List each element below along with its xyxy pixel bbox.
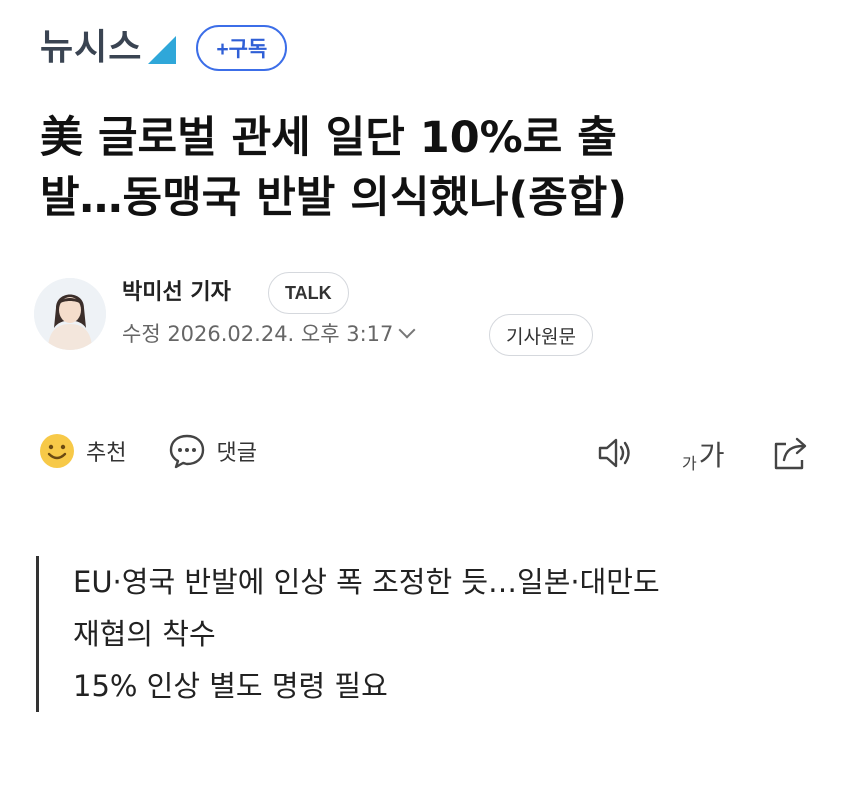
author-name[interactable]: 박미선 기자 <box>122 278 231 308</box>
font-size-small-glyph: 가 <box>682 454 697 473</box>
share-icon[interactable] <box>770 432 812 474</box>
article-tools: 가 가 <box>590 432 820 476</box>
font-size-button[interactable]: 가 가 <box>682 434 725 474</box>
brand-header: 뉴시스 +구독 <box>40 24 288 72</box>
chevron-down-icon <box>398 321 416 339</box>
recommend-button[interactable]: 추천 <box>38 432 126 470</box>
reporter-avatar[interactable] <box>34 278 106 350</box>
headline-line-2: 발…동맹국 반발 의식했나(종합) <box>40 173 627 223</box>
summary-line: 재협의 착수 <box>73 617 216 651</box>
speaker-icon[interactable] <box>594 432 636 474</box>
talk-button[interactable]: TALK <box>268 272 349 314</box>
comment-button[interactable]: 댓글 <box>168 432 257 470</box>
logo-triangle-icon <box>148 36 177 64</box>
smile-icon <box>40 434 74 468</box>
summary-line: 15% 인상 별도 명령 필요 <box>73 669 388 703</box>
modified-date-row[interactable]: 수정 2026.02.24. 오후 3:17 <box>122 318 416 350</box>
original-article-button[interactable]: 기사원문 <box>489 314 593 356</box>
article-summary: EU·영국 반발에 인상 폭 조정한 듯…일본·대만도 재협의 착수 15% 인… <box>36 556 826 712</box>
headline: 美 글로벌 관세 일단 10%로 출 발…동맹국 반발 의식했나(종합) <box>40 108 820 228</box>
headline-line-1: 美 글로벌 관세 일단 10%로 출 <box>40 113 617 163</box>
logo-text: 뉴시스 <box>40 27 143 68</box>
recommend-label: 추천 <box>86 441 127 466</box>
news-logo[interactable]: 뉴시스 <box>40 27 177 68</box>
modified-date: 수정 2026.02.24. 오후 3:17 <box>122 322 394 346</box>
comment-icon <box>170 434 205 469</box>
comment-label: 댓글 <box>216 441 257 466</box>
subscribe-button[interactable]: +구독 <box>196 25 288 71</box>
summary-line: EU·영국 반발에 인상 폭 조정한 듯…일본·대만도 <box>73 565 660 599</box>
font-size-big-glyph: 가 <box>698 439 725 472</box>
reaction-bar: 추천 댓글 <box>38 432 299 470</box>
article-page: 뉴시스 +구독 美 글로벌 관세 일단 10%로 출 발…동맹국 반발 의식했나… <box>0 0 850 786</box>
